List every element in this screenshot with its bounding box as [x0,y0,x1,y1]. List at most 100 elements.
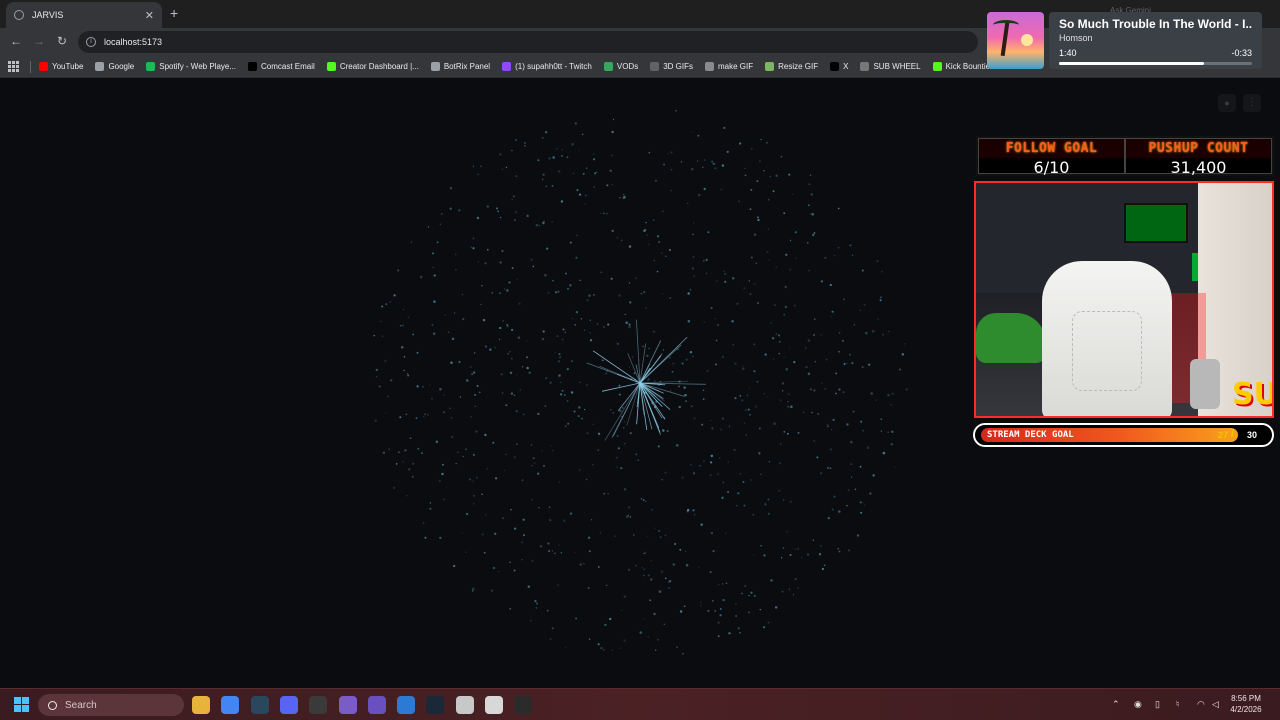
mic-icon[interactable]: ♮ [1176,699,1179,710]
bookmark-item[interactable]: BotRix Panel [430,62,490,71]
bookmark-item[interactable]: make GIF [704,62,753,71]
particle-dot [663,623,666,626]
particle-dot [801,556,803,559]
bookmark-item[interactable]: X [830,62,848,71]
particle-dot [739,395,742,397]
system-clock[interactable]: 8:56 PM 4/2/2026 [1226,693,1266,715]
bookmark-item[interactable]: Kick Bounties [932,62,994,71]
bookmark-item[interactable]: Google [95,62,134,71]
particle-dot [758,452,761,455]
bookmark-item[interactable]: Spotify - Web Playe... [146,62,236,71]
particle-dot [408,468,411,471]
particle-dot [827,516,831,520]
particle-dot [813,318,816,321]
particle-dot [606,584,608,586]
particle-dot [820,280,824,283]
particle-dot [433,274,436,277]
bookmark-item[interactable]: YouTube [39,62,83,71]
obs-icon[interactable] [309,696,328,714]
app-icon[interactable] [338,696,357,714]
store-icon[interactable] [455,696,474,714]
particle-dot [472,502,475,505]
site-info-icon[interactable]: i [86,37,96,47]
tray-app-icon[interactable]: ◉ [1134,699,1142,710]
particle-dot [612,118,615,121]
particle-dot [571,143,574,146]
new-tab-icon[interactable]: + [170,5,178,21]
bookmark-item[interactable]: Comcast Email [248,62,315,71]
particle-dot [387,395,389,398]
particle-dot [789,239,792,242]
particle-dot [658,384,660,387]
particle-dot [528,371,531,374]
particle-dot [461,531,464,534]
bookmark-item[interactable]: Creator Dashboard |... [326,62,419,71]
particle-dot [721,583,724,585]
address-bar[interactable]: i localhost:5173 [78,31,978,53]
particle-dot [721,496,724,499]
particle-dot [687,292,690,295]
particle-dot [560,200,564,203]
particle-dot [637,459,639,461]
bookmark-item[interactable]: 3D GIFs [650,62,693,71]
media-notification[interactable]: So Much Trouble In The World - I... Homs… [987,12,1262,69]
particle-dot [701,423,704,426]
particle-dot [476,476,478,479]
particle-dot [551,550,554,552]
particle-dot [542,330,545,333]
more-options-icon[interactable]: ⋮ [1243,94,1261,112]
particle-dot [589,319,591,321]
battery-icon[interactable]: ▯ [1155,699,1160,710]
particle-dot [887,431,889,433]
windows-start-icon[interactable] [14,697,29,712]
particle-dot [710,454,714,458]
particle-dot [496,207,498,210]
microphone-icon[interactable]: ● [1218,94,1236,112]
particle-dot [767,228,770,230]
particle-dot [670,151,673,154]
terminal-icon[interactable] [514,696,533,714]
discord-icon[interactable] [279,696,298,714]
particle-dot [563,519,566,522]
vscode-icon[interactable] [397,696,416,714]
taskbar-search[interactable]: Search [38,694,184,716]
reload-icon[interactable]: ↻ [57,34,67,48]
chevron-up-icon[interactable]: ⌃ [1112,699,1120,710]
apps-grid-icon[interactable] [8,60,20,73]
steam-icon[interactable] [250,696,269,714]
close-tab-icon[interactable]: ✕ [145,9,154,22]
particle-dot [575,256,578,259]
wifi-icon[interactable]: ◠ [1197,699,1205,710]
particle-dot [403,450,405,453]
particle-dot [530,258,533,261]
tab-jarvis[interactable]: JARVIS ✕ [6,2,162,28]
bookmark-item[interactable]: (1) supahh0tt - Twitch [502,62,592,71]
particle-dot [405,413,408,416]
particle-dot [862,502,864,504]
particle-dot [826,466,830,470]
particle-dot [789,553,792,557]
particle-dot [545,185,547,187]
volume-icon[interactable]: ◁ [1212,699,1219,710]
particle-dot [856,534,860,537]
particle-dot [710,531,714,535]
particle-dot [606,212,608,215]
forward-icon[interactable]: → [33,34,45,48]
app-icon[interactable] [367,696,386,714]
bookmark-label: Google [108,62,135,71]
mail-icon[interactable] [485,696,503,714]
particle-dot [557,584,559,586]
particle-dot [745,434,748,436]
bookmark-item[interactable]: SUB WHEEL [860,62,921,71]
bookmark-item[interactable]: VODs [603,62,638,71]
chrome-icon[interactable] [221,696,240,714]
particle-dot [597,432,601,435]
bookmark-item[interactable]: Resize GIF [765,62,818,71]
particle-dot [764,503,767,506]
progress-track[interactable] [1059,62,1252,65]
back-icon[interactable]: ← [10,34,22,48]
particle-dot [758,160,761,163]
steam-icon[interactable] [426,696,445,714]
particle-dot [770,322,772,324]
file-explorer-icon[interactable] [192,696,210,714]
